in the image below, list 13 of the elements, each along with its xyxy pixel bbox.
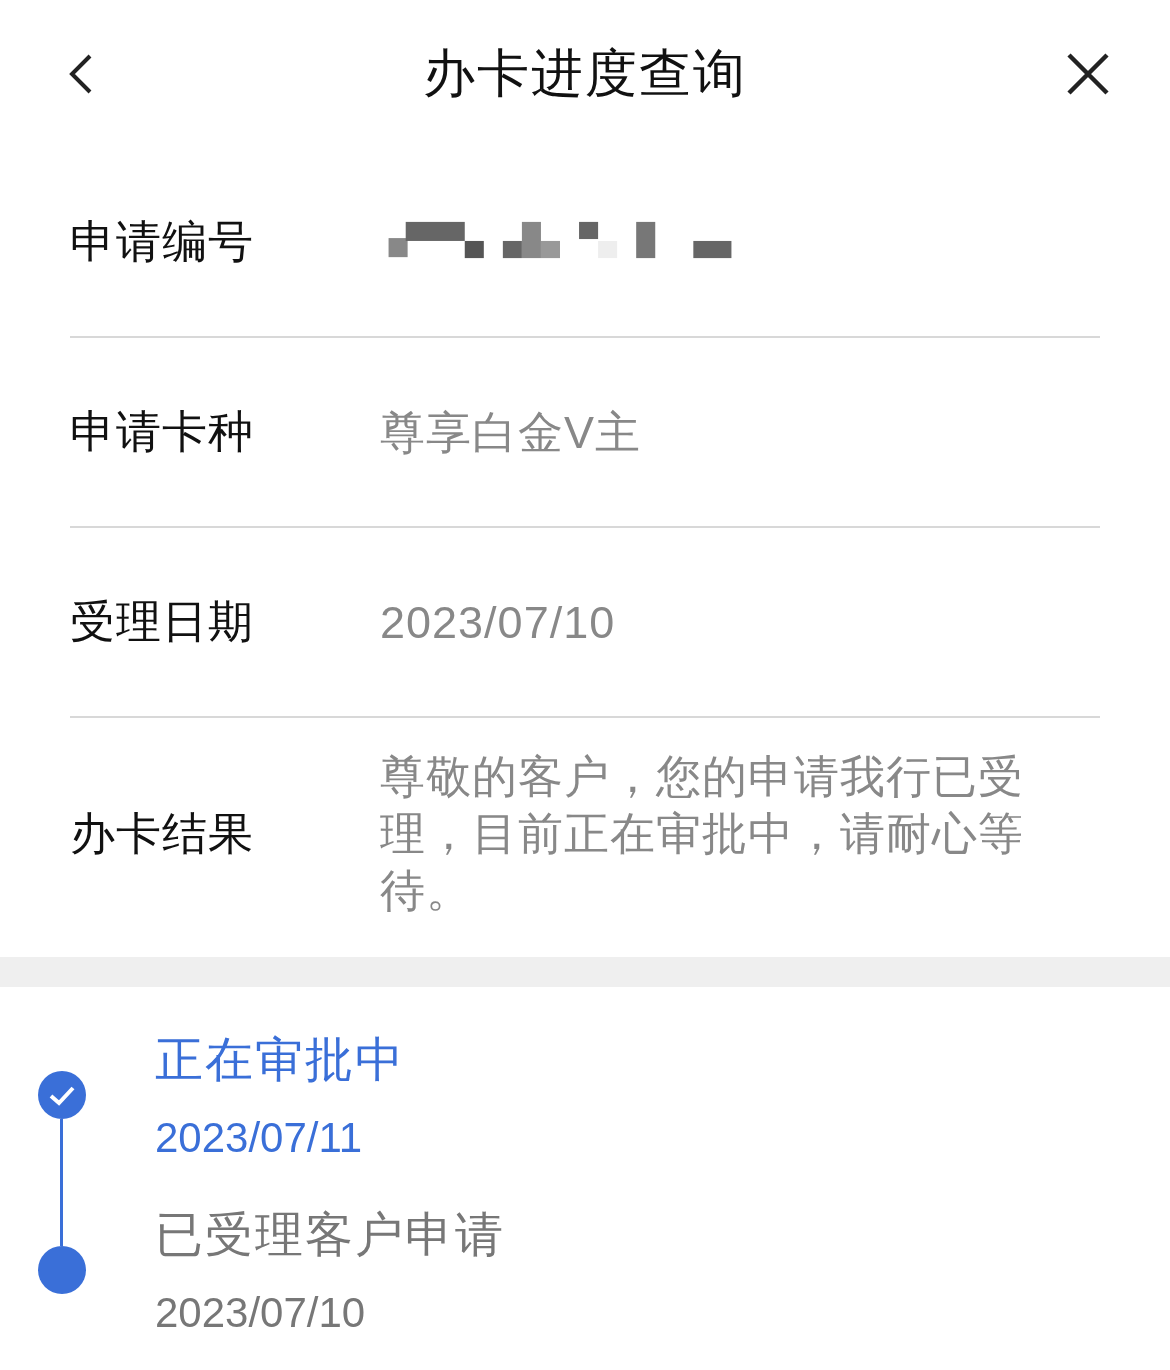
- field-value: 2023/07/10: [380, 596, 617, 648]
- step-date: 2023/07/10: [155, 1288, 367, 1337]
- close-icon[interactable]: [1066, 52, 1110, 96]
- step-title: 已受理客户申请: [155, 1206, 506, 1263]
- field-label: 申请卡种: [70, 405, 255, 459]
- field-label: 申请编号: [70, 215, 255, 269]
- page-title: 办卡进度查询: [423, 43, 747, 104]
- step-date: 2023/07/11: [155, 1113, 364, 1162]
- field-value: 尊敬的客户，您的申请我行已受理，目前正在审批中，请耐心等待。: [380, 751, 1024, 916]
- field-label: 受理日期: [70, 595, 255, 649]
- field-value: 尊享白金V主: [380, 406, 642, 458]
- field-label: 办卡结果: [70, 806, 255, 861]
- step-title: 正在审批中: [155, 1031, 406, 1088]
